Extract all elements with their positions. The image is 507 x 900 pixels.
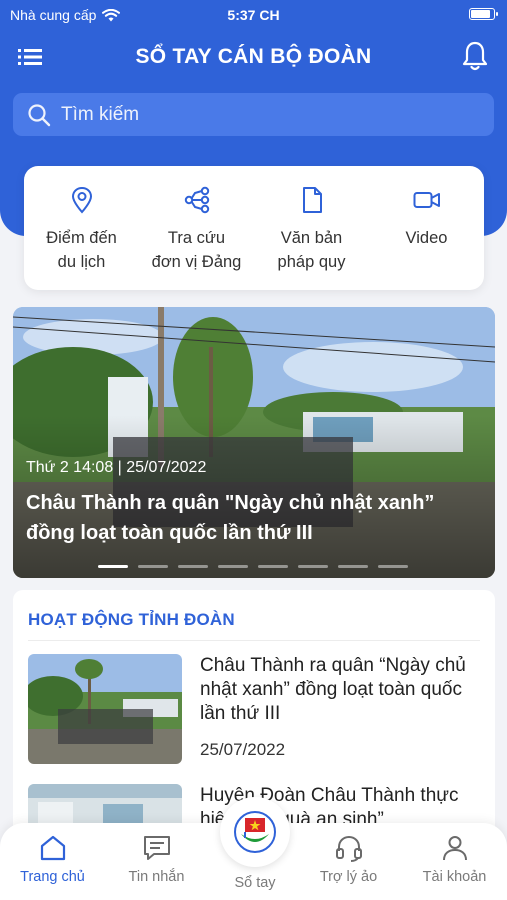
video-camera-icon [413,192,440,208]
featured-news-banner[interactable]: Thứ 2 14:08 | 25/07/2022 Châu Thành ra q… [13,307,495,578]
quick-action-label: Video [405,229,448,247]
section-title: HOẠT ĐỘNG TỈNH ĐOÀN [28,610,235,629]
quick-action-documents[interactable]: Văn bản pháp quy [254,166,369,290]
tab-label: Tài khoản [422,869,487,885]
status-bar: Nhà cung cấp 5:37 CH [0,0,507,30]
quick-action-label: Tra cứu đơn vị Đảng [151,229,242,271]
search-bar[interactable]: Tìm kiếm [13,93,494,136]
quick-actions: Điểm đến du lịch Tra cứu đơn vị Đảng Văn… [24,166,484,290]
carousel-dot[interactable] [218,565,248,568]
tab-label: Trợ lý ảo [319,869,378,885]
tab-account[interactable]: Tài khoản [404,833,505,885]
headset-icon [335,835,362,862]
carousel-dot[interactable] [298,565,328,568]
quick-action-video[interactable]: Video [369,166,484,290]
carousel-dot[interactable] [258,565,288,568]
banner-date: Thứ 2 14:08 | 25/07/2022 [26,459,207,476]
tab-virtual-assistant[interactable]: Trợ lý ảo [298,833,399,885]
tab-label: Sổ tay [234,875,276,891]
list-item[interactable]: Châu Thành ra quân “Ngày chủ nhật xanh” … [28,654,480,764]
carousel-dot[interactable] [138,565,168,568]
battery-fill [471,10,490,18]
user-icon [442,836,467,861]
map-pin-icon [71,186,92,214]
message-icon [143,836,170,860]
carousel-dot[interactable] [338,565,368,568]
document-icon [302,187,322,213]
quick-action-party-units[interactable]: Tra cứu đơn vị Đảng [139,166,254,290]
carousel-indicator[interactable] [98,565,408,568]
quick-action-travel[interactable]: Điểm đến du lịch [24,166,139,290]
top-bar: SỔ TAY CÁN BỘ ĐOÀN [0,36,507,80]
tab-handbook[interactable] [220,797,290,867]
news-title[interactable]: Châu Thành ra quân “Ngày chủ nhật xanh” … [200,654,480,726]
carousel-dot[interactable] [98,565,128,568]
page-title: SỔ TAY CÁN BỘ ĐOÀN [135,45,372,68]
quick-action-label: Điểm đến du lịch [46,229,117,271]
share-nodes-icon [184,186,209,214]
news-thumbnail [28,654,182,764]
search-icon [28,103,51,126]
youth-union-logo [234,811,276,853]
carousel-dot[interactable] [378,565,408,568]
news-date: 25/07/2022 [200,740,286,759]
tab-messages[interactable]: Tin nhắn [106,833,207,885]
carousel-dot[interactable] [178,565,208,568]
quick-action-label: Văn bản pháp quy [277,229,346,271]
status-time: 5:37 CH [227,7,280,23]
battery-icon [469,8,498,20]
bell-icon[interactable] [461,40,489,72]
tab-label: Tin nhắn [128,869,185,885]
section-divider [28,640,480,641]
home-icon [40,835,65,861]
banner-headline[interactable]: Châu Thành ra quân "Ngày chủ nhật xanh” … [26,488,486,548]
tab-label: Trang chủ [20,869,85,885]
search-input[interactable]: Tìm kiếm [61,104,139,126]
tab-home[interactable]: Trang chủ [2,833,103,885]
